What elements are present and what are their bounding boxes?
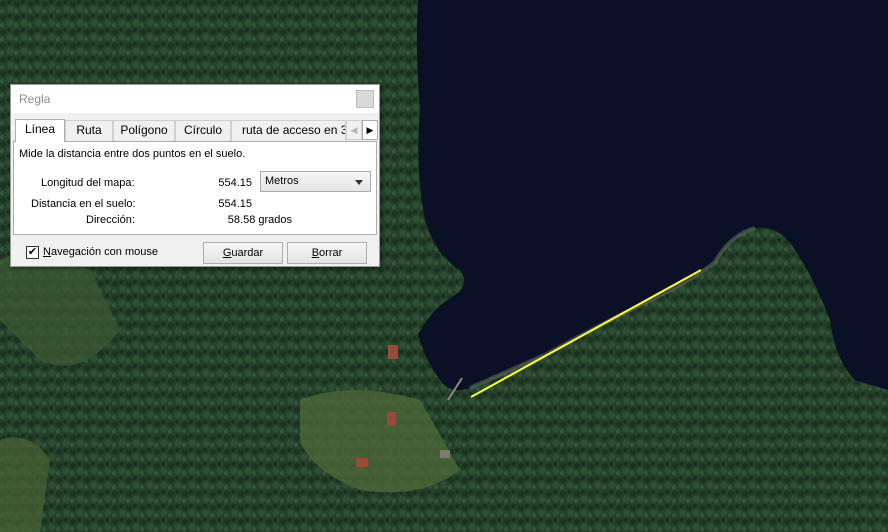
save-button[interactable]: Guardar — [203, 242, 283, 264]
close-button[interactable] — [356, 90, 374, 108]
tab-scroll-left-icon[interactable]: ◀ — [346, 120, 362, 140]
clear-button-label-rest: orrar — [319, 247, 343, 259]
tab-bar: Línea Ruta Polígono Círculo ruta de acce… — [13, 119, 378, 142]
tab-ruta-3d[interactable]: ruta de acceso en 3D — [231, 120, 346, 141]
line-tab-panel: Mide la distancia entre dos puntos en el… — [13, 141, 377, 235]
direction-value: 58.58 grados — [227, 214, 292, 226]
building — [440, 450, 450, 458]
ground-distance-label: Distancia en el suelo: — [31, 198, 136, 210]
unit-select-value: Metros — [265, 175, 299, 187]
tab-ruta[interactable]: Ruta — [65, 120, 113, 141]
tab-linea[interactable]: Línea — [15, 119, 65, 142]
chevron-down-icon — [355, 180, 363, 185]
map-length-value: 554.15 — [218, 177, 252, 189]
description-text: Mide la distancia entre dos puntos en el… — [19, 148, 246, 160]
building — [356, 458, 368, 467]
direction-label: Dirección: — [86, 214, 135, 226]
mouse-navigation-label-rest: avegación con mouse — [50, 246, 158, 258]
tab-scroll-right-icon[interactable]: ▶ — [362, 120, 378, 140]
clear-button-mnemonic: B — [311, 247, 320, 259]
ruler-dialog: Regla Línea Ruta Polígono Círculo ruta d… — [10, 84, 380, 267]
unit-select[interactable]: Metros — [260, 171, 371, 192]
dialog-title: Regla — [19, 92, 51, 106]
clear-button[interactable]: Borrar — [287, 242, 367, 264]
mouse-navigation-label: Navegación con mouse — [43, 246, 158, 258]
building — [387, 412, 396, 426]
ground-distance-value: 554.15 — [218, 198, 252, 210]
dialog-titlebar[interactable]: Regla — [11, 85, 379, 113]
mouse-navigation-checkbox[interactable]: ✔ — [26, 246, 39, 259]
map-length-label: Longitud del mapa: — [41, 177, 135, 189]
building — [388, 345, 398, 359]
mouse-navigation-mnemonic: N — [43, 246, 51, 258]
tab-poligono[interactable]: Polígono — [113, 120, 175, 141]
tab-circulo[interactable]: Círculo — [175, 120, 231, 141]
save-button-label-rest: uardar — [231, 247, 264, 259]
